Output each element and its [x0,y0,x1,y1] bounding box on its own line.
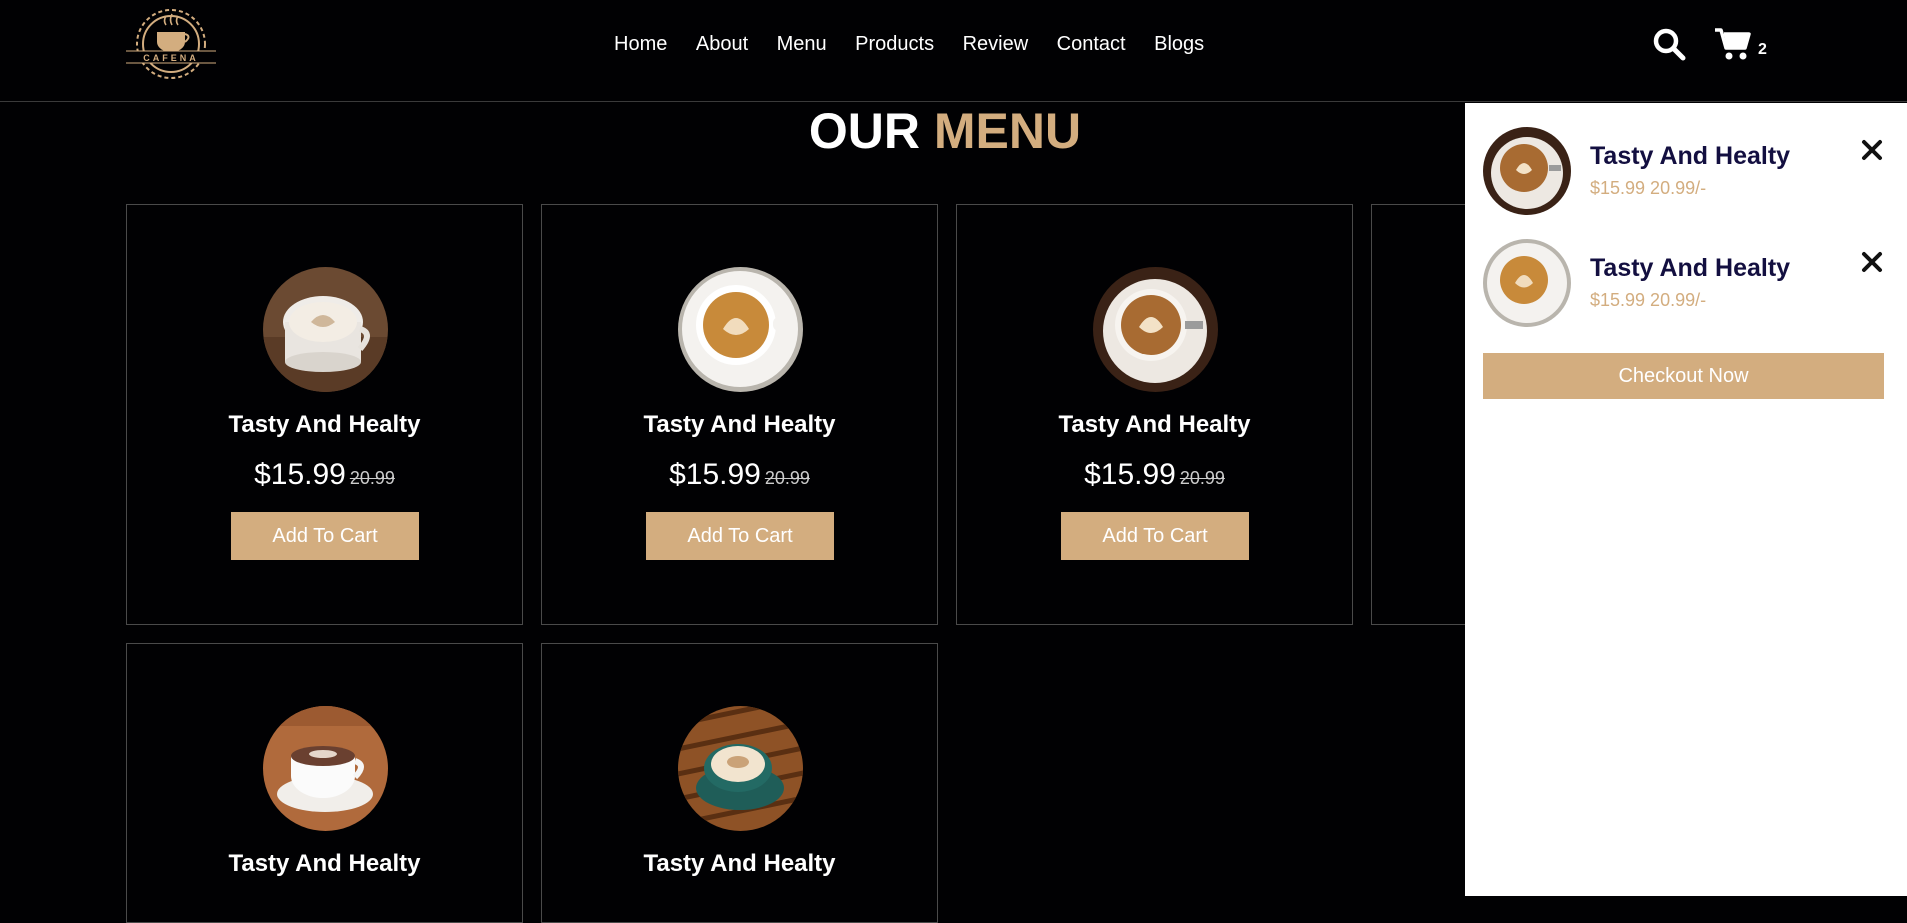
add-to-cart-button[interactable]: Add To Cart [1061,512,1249,560]
scrollbar-tab[interactable] [1900,226,1907,396]
nav-review[interactable]: Review [963,30,1029,58]
item-name: Tasty And Healty [1058,411,1251,438]
menu-card: Tasty And Healty [541,643,938,923]
old-price: 20.99 [349,468,395,488]
old-price: 20.99 [1179,468,1225,488]
coffee-cup-image [678,267,803,392]
cart-item-title: Tasty And Healty [1590,142,1791,170]
nav-contact[interactable]: Contact [1057,30,1126,58]
item-price: $15.99 20.99 [127,457,522,496]
coffee-cup-image [1093,267,1218,392]
coffee-logo-icon: CAFENA [124,9,218,79]
coffee-cup-image [263,267,388,392]
logo-text: CAFENA [143,53,199,63]
cart-item: Tasty And Healty $15.99 20.99/- [1483,127,1893,219]
item-price: $15.99 20.99 [542,457,937,496]
cafena-logo[interactable]: CAFENA [124,4,218,82]
nav-products[interactable]: Products [855,30,934,58]
add-to-cart-button[interactable]: Add To Cart [231,512,419,560]
main-nav: Home About Menu Products Review Contact … [614,30,1233,58]
search-button[interactable] [1652,27,1686,61]
search-icon [1653,28,1686,61]
item-name: Tasty And Healty [228,850,421,877]
current-price: $15.99 [254,458,346,491]
nav-blogs[interactable]: Blogs [1154,30,1204,58]
cart-item-price: $15.99 20.99/- [1590,178,1707,198]
menu-card: Tasty And Healty $15.99 20.99 Add To Cart [126,204,523,625]
close-icon[interactable] [1861,251,1883,273]
menu-card: Tasty And Healty [126,643,523,923]
cart-count-badge: 2 [1758,41,1767,58]
cart-item-image [1483,239,1571,327]
nav-menu[interactable]: Menu [777,30,827,58]
cart-item-title: Tasty And Healty [1590,254,1791,282]
item-price: $15.99 20.99 [957,457,1352,496]
cart-item-image [1483,127,1571,215]
menu-card: Tasty And Healty $15.99 20.99 Add To Cart [956,204,1353,625]
old-price: 20.99 [764,468,810,488]
item-name: Tasty And Healty [643,850,836,877]
nav-about[interactable]: About [696,30,748,58]
current-price: $15.99 [1084,458,1176,491]
site-header: CAFENA Home About Menu Products Review C… [0,0,1907,102]
shopping-cart-panel: Tasty And Healty $15.99 20.99/- Tasty An… [1465,103,1907,896]
item-name: Tasty And Healty [228,411,421,438]
cart-item-price: $15.99 20.99/- [1590,290,1707,310]
cart-item: Tasty And Healty $15.99 20.99/- [1483,239,1893,331]
title-accent: MENU [933,103,1082,159]
checkout-button[interactable]: Checkout Now [1483,353,1884,399]
header-icons: 2 [1652,26,1767,62]
current-price: $15.99 [669,458,761,491]
menu-card: Tasty And Healty $15.99 20.99 Add To Cart [541,204,938,625]
close-icon[interactable] [1861,139,1883,161]
shopping-cart-icon [1715,28,1751,60]
coffee-cup-image [678,706,803,831]
nav-home[interactable]: Home [614,30,667,58]
cart-button[interactable]: 2 [1714,27,1767,61]
item-name: Tasty And Healty [643,411,836,438]
coffee-cup-image [263,706,388,831]
add-to-cart-button[interactable]: Add To Cart [646,512,834,560]
title-main: OUR [808,103,920,159]
